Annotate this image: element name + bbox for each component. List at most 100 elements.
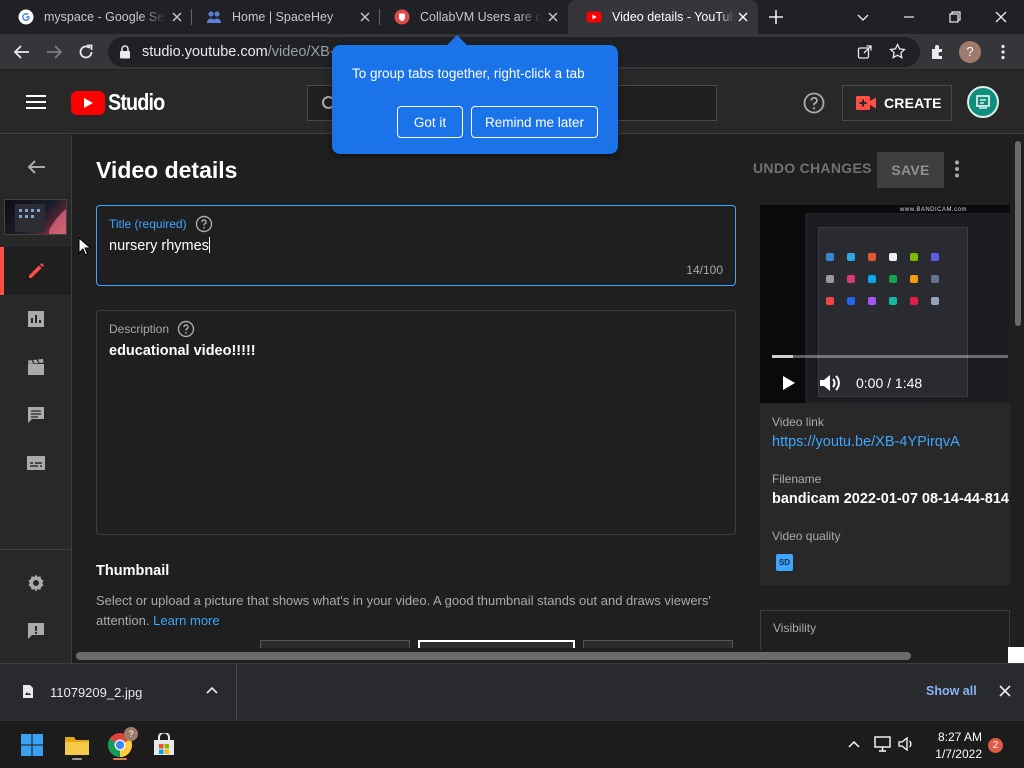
sidebar-item-editor[interactable] xyxy=(0,343,71,391)
studio-sidebar xyxy=(0,135,72,663)
reload-icon xyxy=(79,44,93,59)
restore-button[interactable] xyxy=(943,6,967,28)
scrollbar-corner xyxy=(1008,647,1024,663)
minimize-button[interactable] xyxy=(897,6,921,28)
download-item[interactable]: 11079209_2.jpg xyxy=(0,664,237,721)
start-menu-app-icon xyxy=(889,253,897,261)
thumbnail-image xyxy=(15,204,66,234)
video-progress-bar[interactable] xyxy=(772,355,1008,358)
taskbar-microsoft-store[interactable] xyxy=(148,729,180,761)
video-link[interactable]: https://youtu.be/XB-4YPirqvA xyxy=(772,434,960,450)
vertical-scrollbar[interactable] xyxy=(1012,135,1024,650)
save-button[interactable]: SAVE xyxy=(877,152,944,188)
thumbnail-option-selected[interactable] xyxy=(418,640,575,648)
got-it-button[interactable]: Got it xyxy=(397,106,463,138)
chevron-up-icon[interactable] xyxy=(206,686,218,694)
network-icon[interactable] xyxy=(874,736,892,752)
chevron-up-icon[interactable] xyxy=(848,740,860,748)
close-icon[interactable] xyxy=(736,10,750,24)
hamburger-menu-icon[interactable] xyxy=(26,95,46,109)
tab-strip: myspace - Google Search Home | SpaceHey … xyxy=(0,0,1024,34)
back-to-content-button[interactable] xyxy=(0,143,71,191)
share-icon[interactable] xyxy=(857,44,873,60)
minimize-icon xyxy=(904,16,914,18)
tab-collabvm[interactable]: CollabVM Users are creating xyxy=(376,0,568,34)
learn-more-link[interactable]: Learn more xyxy=(153,613,219,628)
bookmark-star-icon[interactable] xyxy=(889,43,906,60)
clock-date: 1/7/2022 xyxy=(935,747,982,761)
help-icon[interactable] xyxy=(802,91,826,115)
taskbar-clock[interactable]: 8:27 AM 1/7/2022 xyxy=(926,729,982,763)
title-label-text: Title (required) xyxy=(109,217,187,231)
start-menu-app-icon xyxy=(931,297,939,305)
close-icon xyxy=(995,11,1007,23)
help-icon[interactable] xyxy=(195,215,213,233)
help-icon[interactable] xyxy=(177,320,195,338)
remind-me-later-button[interactable]: Remind me later xyxy=(471,106,598,138)
close-icon[interactable] xyxy=(546,10,560,24)
channel-avatar[interactable] xyxy=(967,86,999,118)
sidebar-item-subtitles[interactable] xyxy=(0,439,71,487)
title-field[interactable]: Title (required) nursery rhymes 14/100 xyxy=(96,205,736,286)
description-input[interactable]: educational video!!!!! xyxy=(109,343,256,359)
forward-button[interactable] xyxy=(44,42,64,62)
close-icon[interactable] xyxy=(170,10,184,24)
sidebar-item-settings[interactable] xyxy=(0,559,71,607)
new-tab-icon[interactable] xyxy=(767,8,785,26)
tab-groups-tip-popup: To group tabs together, right-click a ta… xyxy=(332,45,618,154)
thumbnail-option[interactable] xyxy=(260,640,410,648)
visibility-label: Visibility xyxy=(773,621,817,635)
start-menu-app-icon xyxy=(826,253,834,261)
close-icon[interactable] xyxy=(999,685,1011,697)
tab-google[interactable]: myspace - Google Search xyxy=(0,0,192,34)
studio-logo[interactable]: Studio xyxy=(71,89,174,116)
description-field[interactable]: Description educational video!!!!! xyxy=(96,310,736,535)
sidebar-item-analytics[interactable] xyxy=(0,295,71,343)
undo-changes-button[interactable]: UNDO CHANGES xyxy=(753,160,872,176)
analytics-icon xyxy=(27,311,44,327)
download-filename: 11079209_2.jpg xyxy=(50,685,143,700)
windows-logo-icon xyxy=(21,734,43,756)
back-button[interactable] xyxy=(12,42,32,62)
create-button[interactable]: CREATE xyxy=(842,85,952,121)
profile-avatar[interactable]: ? xyxy=(959,41,981,63)
video-thumbnail-small[interactable] xyxy=(4,199,67,235)
taskbar-chrome[interactable]: ? xyxy=(104,727,138,761)
window-close-button[interactable] xyxy=(989,6,1013,28)
title-input[interactable]: nursery rhymes xyxy=(109,237,210,254)
play-icon[interactable] xyxy=(782,375,796,391)
scrollbar-thumb[interactable] xyxy=(76,652,911,660)
lock-icon[interactable] xyxy=(119,45,131,59)
filename-label: Filename xyxy=(772,472,822,486)
more-options-icon[interactable] xyxy=(954,159,960,179)
start-menu-app-icon xyxy=(847,275,855,283)
horizontal-scrollbar[interactable] xyxy=(72,650,1012,662)
extensions-button[interactable] xyxy=(928,42,948,62)
speaker-icon[interactable] xyxy=(898,736,914,752)
browser-menu-button[interactable] xyxy=(993,42,1013,62)
start-menu-app-icon xyxy=(889,297,897,305)
scrollbar-thumb[interactable] xyxy=(1015,141,1021,326)
tab-title: Home | SpaceHey xyxy=(232,10,334,24)
show-all-downloads-link[interactable]: Show all xyxy=(926,684,977,698)
tab-spacehey[interactable]: Home | SpaceHey xyxy=(188,0,380,34)
start-menu-app-icon xyxy=(847,253,855,261)
start-menu-app-icon xyxy=(868,275,876,283)
tab-youtube-studio[interactable]: Video details - YouTube Studio xyxy=(568,0,758,34)
tab-search-button[interactable] xyxy=(851,6,875,28)
thumbnail-option[interactable] xyxy=(583,640,733,648)
sidebar-item-comments[interactable] xyxy=(0,391,71,439)
close-icon[interactable] xyxy=(358,10,372,24)
page-title: Video details xyxy=(96,157,238,183)
filename-value: bandicam 2022-01-07 08-14-44-814 xyxy=(772,491,1009,507)
download-shelf: 11079209_2.jpg Show all xyxy=(0,663,1024,721)
reload-button[interactable] xyxy=(76,42,96,62)
sidebar-item-feedback[interactable] xyxy=(0,607,71,655)
notification-badge[interactable]: 2 xyxy=(988,738,1003,753)
taskbar-file-explorer[interactable] xyxy=(61,729,93,761)
feedback-icon xyxy=(27,623,44,639)
volume-icon[interactable] xyxy=(818,372,842,394)
video-player[interactable]: www.BANDICAM.com 0:00 / 1:48 xyxy=(760,205,1010,403)
sidebar-item-details[interactable] xyxy=(0,247,71,295)
start-button[interactable] xyxy=(16,729,48,761)
